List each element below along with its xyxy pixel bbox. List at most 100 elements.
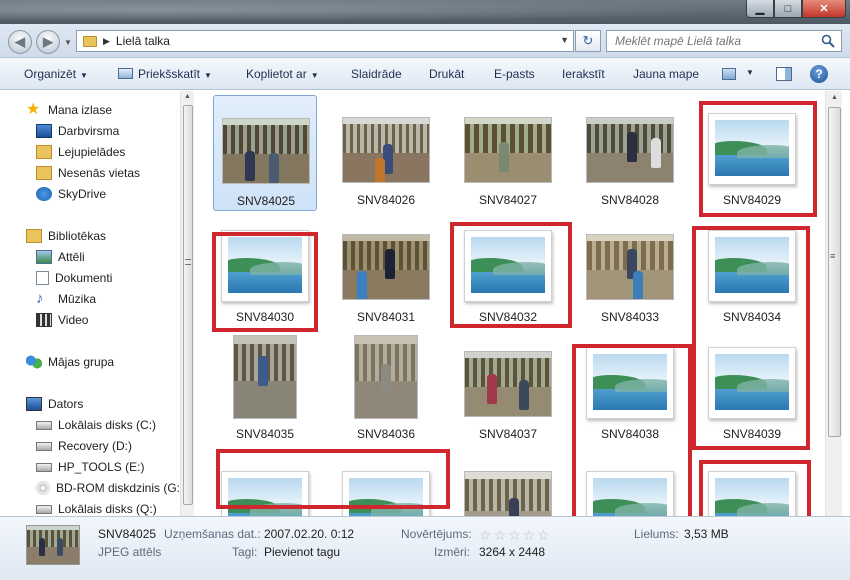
photo-thumbnail [342, 234, 430, 300]
landscape-image [708, 347, 796, 419]
file-tile[interactable]: SNV84031 [334, 212, 438, 328]
address-bar[interactable]: ▶ Lielā talka ▼ [76, 30, 574, 52]
star-icon[interactable]: ☆ [537, 527, 552, 543]
help-icon[interactable]: ? [810, 65, 828, 83]
nav-item-computer[interactable]: Dators [26, 394, 83, 414]
scroll-up-icon[interactable]: ▲ [184, 93, 191, 100]
landscape-image [221, 230, 309, 302]
file-tile[interactable] [213, 457, 317, 516]
computer-icon [26, 397, 42, 411]
new-folder-button[interactable]: Jauna mape [633, 67, 699, 81]
chevron-down-icon[interactable]: ▼ [746, 68, 754, 77]
recent-pages-dropdown[interactable]: ▼ [64, 38, 72, 47]
search-box[interactable] [606, 30, 842, 52]
search-icon[interactable] [821, 34, 835, 48]
tags-label: Tagi: [232, 545, 258, 559]
size-label: Lielums: [634, 527, 679, 541]
file-tile[interactable] [456, 457, 560, 516]
file-name-label: SNV84027 [478, 193, 538, 207]
star-icon[interactable]: ☆ [494, 527, 509, 543]
nav-item-music[interactable]: ♪ Mūzika [36, 289, 96, 309]
file-tile[interactable]: SNV84025 [213, 95, 317, 211]
file-tile[interactable]: SNV84027 [456, 95, 560, 211]
organize-menu[interactable]: Organizēt ▼ [24, 67, 88, 81]
photo-thumbnail [586, 117, 674, 183]
nav-item-disk-c[interactable]: Lokālais disks (C:) [36, 415, 156, 435]
file-tile[interactable]: SNV84037 [456, 329, 560, 445]
preview-pane-icon[interactable] [776, 67, 792, 81]
address-dropdown-icon[interactable]: ▼ [560, 35, 569, 45]
email-button[interactable]: E-pasts [494, 67, 535, 81]
minimize-button[interactable]: ▁ [746, 0, 774, 18]
burn-button[interactable]: Ierakstīt [562, 67, 605, 81]
photo-person [57, 538, 63, 556]
nav-item-bdrom[interactable]: BD-ROM diskdzinis (G:) [36, 478, 184, 498]
window-controls: ▁ □ ✕ [746, 0, 846, 18]
nav-item-skydrive[interactable]: SkyDrive [36, 184, 106, 204]
file-tile[interactable]: SNV84039 [700, 329, 804, 445]
landscape-image [221, 471, 309, 516]
nav-label: Mana izlase [48, 103, 113, 117]
scrollbar-thumb[interactable] [183, 105, 193, 505]
nav-item-libraries[interactable]: Bibliotēkas [26, 226, 106, 246]
star-icon[interactable]: ☆ [479, 527, 494, 543]
file-name-label: SNV84038 [600, 427, 660, 441]
tags-value[interactable]: Pievienot tagu [264, 545, 340, 559]
file-list-scrollbar[interactable]: ▲ ≡ [825, 91, 842, 516]
photo-person [39, 538, 45, 556]
file-tile[interactable]: SNV84026 [334, 95, 438, 211]
file-tile[interactable]: SNV84034 [700, 212, 804, 328]
command-bar: Organizēt ▼ Priekšskatīt ▼ Koplietot ar ▼ S… [0, 58, 850, 90]
image-placeholder-thumbnail [221, 230, 309, 302]
nav-item-downloads[interactable]: Lejupielādes [36, 142, 125, 162]
star-icon: ★ [26, 101, 41, 118]
refresh-button[interactable]: ↻ [575, 30, 601, 52]
file-tile[interactable] [334, 457, 438, 516]
file-tile[interactable]: SNV84038 [578, 329, 682, 445]
slideshow-button[interactable]: Slaidrāde [351, 67, 402, 81]
back-button[interactable]: ◀ [8, 30, 32, 54]
nav-item-recent[interactable]: Nesenās vietas [36, 163, 140, 183]
desktop-icon [36, 124, 52, 138]
nav-item-hp-tools[interactable]: HP_TOOLS (E:) [36, 457, 144, 477]
nav-item-favorites[interactable]: ★ Mana izlase [26, 100, 112, 120]
file-name-label: SNV84039 [722, 427, 782, 441]
date-taken-value[interactable]: 2007.02.20. 0:12 [264, 527, 354, 541]
maximize-button[interactable]: □ [774, 0, 802, 18]
breadcrumb-separator-icon[interactable]: ▶ [103, 36, 110, 47]
search-input[interactable] [615, 34, 815, 48]
rating-stars[interactable]: ☆☆☆☆☆ [479, 527, 552, 544]
share-menu[interactable]: Koplietot ar ▼ [246, 67, 319, 81]
nav-item-desktop[interactable]: Darbvirsma [36, 121, 119, 141]
close-button[interactable]: ✕ [802, 0, 846, 18]
star-icon[interactable]: ☆ [508, 527, 523, 543]
file-tile[interactable]: SNV84033 [578, 212, 682, 328]
nav-item-recovery[interactable]: Recovery (D:) [36, 436, 132, 456]
file-tile[interactable]: SNV84036 [334, 329, 438, 445]
preview-menu[interactable]: Priekšskatīt ▼ [118, 67, 212, 81]
breadcrumb[interactable]: Lielā talka [116, 34, 170, 48]
file-tile[interactable]: SNV84032 [456, 212, 560, 328]
file-tile[interactable]: SNV84035 [213, 329, 317, 445]
file-tile[interactable] [700, 457, 804, 516]
file-tile[interactable] [578, 457, 682, 516]
nav-item-video[interactable]: Video [36, 310, 88, 330]
star-icon[interactable]: ☆ [523, 527, 538, 543]
scroll-up-icon[interactable]: ▲ [831, 94, 838, 101]
landscape-water [593, 388, 667, 410]
nav-item-documents[interactable]: Dokumenti [36, 268, 112, 288]
nav-label: Bibliotēkas [48, 229, 107, 243]
landscape-sky [715, 120, 789, 176]
forward-button[interactable]: ▶ [36, 30, 60, 54]
file-tile[interactable]: SNV84030 [213, 212, 317, 328]
image-placeholder-thumbnail [708, 471, 796, 516]
navigation-scrollbar[interactable]: ▲ [180, 91, 194, 516]
file-tile[interactable]: SNV84029 [700, 95, 804, 211]
nav-item-pictures[interactable]: Attēli [36, 247, 85, 267]
file-tile[interactable]: SNV84028 [578, 95, 682, 211]
scrollbar-thumb[interactable] [828, 107, 841, 437]
change-view-icon[interactable] [722, 68, 736, 80]
image-placeholder-thumbnail [342, 471, 430, 516]
print-button[interactable]: Drukāt [429, 67, 464, 81]
nav-item-homegroup[interactable]: Mājas grupa [26, 352, 114, 372]
